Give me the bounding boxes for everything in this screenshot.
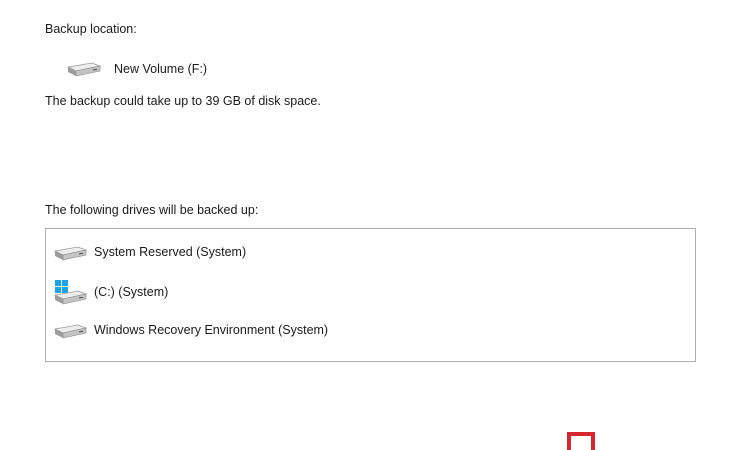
drives-list: System Reserved (System) (C:) (System) W… [45, 228, 696, 362]
list-item-recovery-environment: Windows Recovery Environment (System) [53, 317, 329, 343]
backup-location-drive-name: New Volume (F:) [114, 62, 208, 76]
hard-drive-icon [53, 321, 88, 339]
disk-space-notice: The backup could take up to 39 GB of dis… [45, 94, 321, 108]
drive-item-label: Windows Recovery Environment (System) [94, 323, 329, 337]
backup-location-drive: New Volume (F:) [66, 58, 207, 80]
list-item-c-drive: (C:) (System) [53, 279, 169, 305]
highlight-marker [567, 432, 595, 450]
hard-drive-icon [53, 243, 88, 261]
hard-drive-icon [66, 60, 102, 78]
drive-item-label: (C:) (System) [94, 285, 169, 299]
list-item-system-reserved: System Reserved (System) [53, 239, 247, 265]
drives-list-label: The following drives will be backed up: [45, 203, 259, 217]
backup-location-label: Backup location: [45, 22, 137, 36]
drive-item-label: System Reserved (System) [94, 245, 247, 259]
windows-drive-icon [53, 279, 88, 305]
